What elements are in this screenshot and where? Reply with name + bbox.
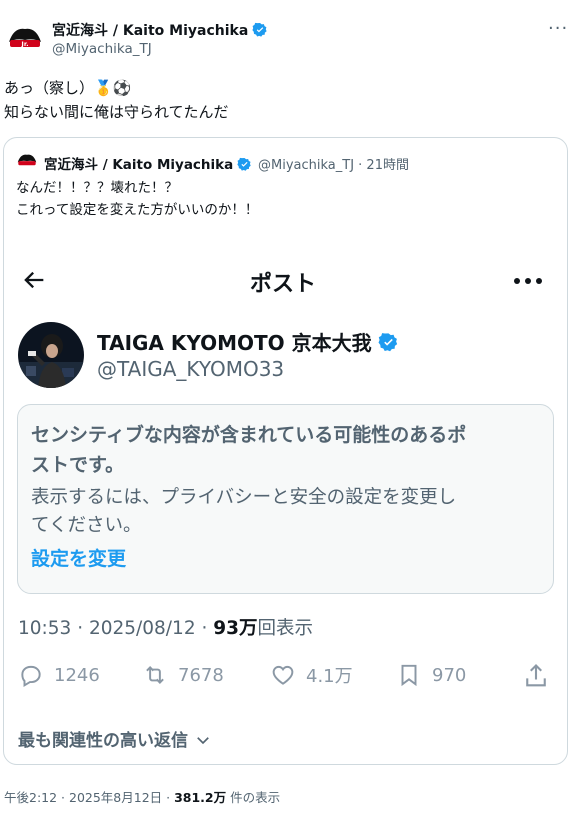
tweet-text-line-1: あっ（察し）🥇⚽ — [4, 79, 132, 97]
avatar-logo-text: Jr. — [20, 40, 28, 48]
embedded-user-name: TAIGA KYOMOTO 京本大我 — [97, 331, 372, 355]
embedded-timestamp: 10:53 · 2025/08/12 · — [18, 618, 214, 639]
author-avatar[interactable]: Jr. — [6, 19, 44, 57]
quote-text-line-1: なんだ！！？？壊れた！？ — [16, 180, 178, 196]
bookmark-icon — [401, 664, 417, 687]
warning-title-line-1: センシティブな内容が含まれている可能性のあるポ — [31, 424, 467, 446]
embedded-views-label: 回表示 — [257, 618, 313, 639]
quote-text-line-2: これって設定を変えた方がいいのか！！ — [16, 202, 259, 218]
like-action[interactable]: 4.1万 — [270, 662, 353, 688]
tweet-timestamp[interactable]: 午後2:12 · 2025年8月12日 · — [4, 790, 174, 805]
embedded-views-count: 93万 — [213, 618, 258, 639]
embedded-user-name-row: TAIGA KYOMOTO 京本大我 — [97, 327, 399, 356]
johnnys-jr-logo-icon: Jr. — [6, 19, 44, 57]
bookmark-action[interactable]: 970 — [396, 662, 466, 688]
author-name[interactable]: 宮近海斗 / Kaito Miyachika — [52, 23, 248, 39]
like-count: 4.1万 — [306, 666, 353, 687]
johnnys-jr-logo-small-icon — [16, 149, 38, 171]
tweet-views-label: 件の表示 — [226, 790, 281, 805]
quote-author-meta: @Miyachika_TJ · 21時間 — [258, 158, 409, 173]
quote-author-avatar — [16, 149, 38, 171]
user-photo-icon — [18, 322, 84, 388]
share-icon[interactable] — [522, 662, 550, 690]
warning-sub-line-2: てください。 — [31, 515, 142, 536]
reply-bubble-icon — [21, 665, 41, 688]
quote-author-name-row: 宮近海斗 / Kaito Miyachika — [44, 153, 252, 173]
tweet-views-count: 381.2万 — [174, 790, 227, 805]
reply-count: 1246 — [54, 664, 100, 686]
change-settings-link[interactable]: 設定を変更 — [31, 544, 126, 571]
author-name-row[interactable]: 宮近海斗 / Kaito Miyachika — [52, 20, 268, 40]
chevron-down-icon — [197, 737, 209, 745]
tweet-text-line-2: 知らない間に俺は守られてたんだ — [4, 103, 229, 121]
back-arrow-icon[interactable] — [20, 266, 48, 294]
bookmark-count: 970 — [432, 664, 467, 686]
relevant-replies-label: 最も関連性の高い返信 — [18, 731, 188, 751]
quote-verified-badge-icon — [237, 157, 251, 171]
more-options-icon[interactable]: ··· — [548, 18, 568, 39]
author-handle[interactable]: @Miyachika_TJ — [52, 41, 152, 57]
reply-action[interactable]: 1246 — [18, 662, 100, 688]
embedded-timestamp-row: 10:53 · 2025/08/12 · 93万回表示 — [18, 614, 313, 640]
tweet-footer-meta: 午後2:12 · 2025年8月12日 · 381.2万 件の表示 — [4, 787, 280, 806]
embedded-header-title: ポスト — [250, 272, 317, 297]
relevant-replies-sort[interactable]: 最も関連性の高い返信 — [18, 726, 212, 751]
quote-author-name: 宮近海斗 / Kaito Miyachika — [44, 157, 234, 173]
embedded-user-avatar[interactable] — [18, 322, 84, 388]
embedded-verified-badge-icon — [378, 333, 397, 352]
repost-count: 7678 — [178, 664, 224, 686]
heart-icon — [272, 665, 294, 685]
embedded-more-icon[interactable] — [512, 271, 544, 291]
repost-icon — [146, 666, 164, 684]
verified-badge-icon — [252, 22, 267, 37]
warning-sub-line-1: 表示するには、プライバシーと安全の設定を変更し — [31, 487, 457, 508]
embedded-user-handle: @TAIGA_KYOMO33 — [97, 357, 285, 381]
repost-action[interactable]: 7678 — [142, 662, 224, 688]
warning-title-line-2: ストです。 — [31, 454, 125, 476]
